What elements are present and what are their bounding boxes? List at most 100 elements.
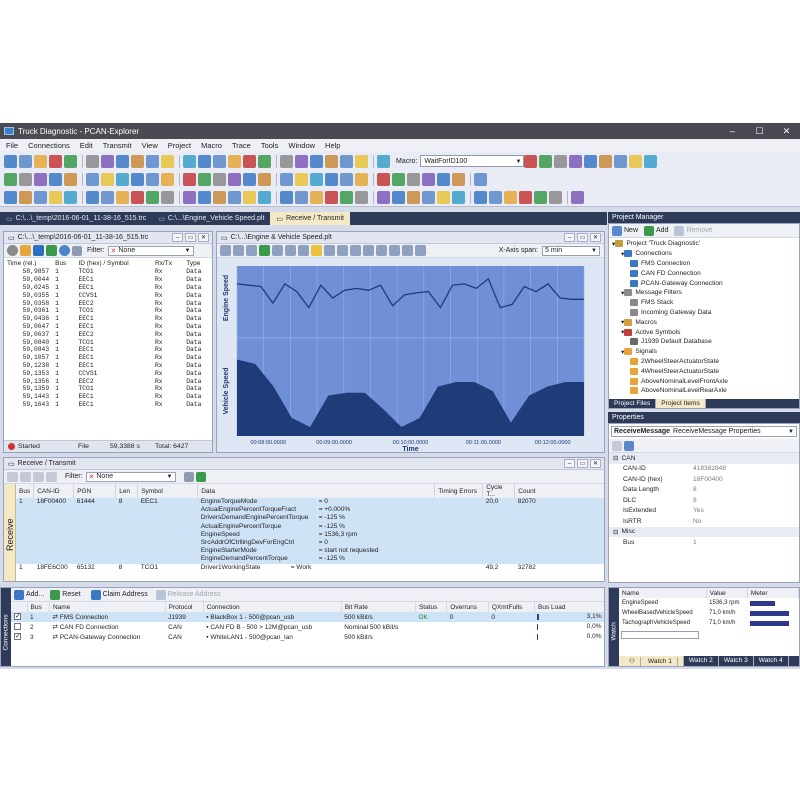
toolbar-tb3-icon-3[interactable]: [49, 190, 62, 204]
property-isrtr[interactable]: IsRTR No: [609, 516, 799, 527]
record-icon[interactable]: [7, 245, 18, 256]
toolbar-tb3-icon-15[interactable]: [243, 190, 256, 204]
menu-macro[interactable]: Macro: [201, 141, 222, 150]
table-row[interactable]: 59,0245 1 EEC1 Rx Data: [4, 284, 212, 292]
tree-item-signals[interactable]: ▾ Signals: [612, 347, 799, 357]
toolbar-tb2-icon-1[interactable]: [19, 172, 32, 186]
toolbar-tb3-icon-1[interactable]: [19, 190, 32, 204]
envelope-icon[interactable]: [7, 471, 18, 482]
property-data-length[interactable]: Data Length 8: [609, 485, 799, 496]
rx-header-len[interactable]: Len: [115, 484, 139, 498]
flag-icon[interactable]: [90, 589, 101, 600]
table-row[interactable]: 59,0355 1 CCVS1 Rx Data: [4, 291, 212, 299]
toolbar-tb3-icon-9[interactable]: [146, 190, 159, 204]
toolbar-tb3-icon-28[interactable]: [452, 190, 465, 204]
tree-item-message-filters[interactable]: ▾ Message Filters: [612, 288, 799, 298]
toolbar-tb1-icon-23[interactable]: [377, 154, 390, 168]
tab-watch-1[interactable]: ⚇ Watch 1: [619, 656, 684, 666]
properties-object-select[interactable]: ReceiveMessage ReceiveMessage Properties…: [611, 426, 797, 437]
marker-icon[interactable]: [415, 245, 426, 256]
tree-item-can-fd-connection[interactable]: CAN FD Connection: [612, 268, 799, 278]
table-row[interactable]: 59,0358 1 EEC2 Rx Data: [4, 299, 212, 307]
toolbar-tb2-icon-2[interactable]: [34, 172, 47, 186]
conn-header-overruns[interactable]: Overruns: [446, 602, 489, 612]
remove-button[interactable]: Remove: [686, 227, 712, 234]
conn-header-bit-rate[interactable]: Bit Rate: [341, 602, 416, 612]
table-row[interactable]: 59,0647 1 EEC1 Rx Data: [4, 323, 212, 331]
menu-connections[interactable]: Connections: [28, 141, 70, 150]
layout-icon[interactable]: [86, 154, 99, 168]
trace-header-type[interactable]: Type: [183, 258, 212, 268]
toolbar-tb1-icon-19[interactable]: [310, 154, 323, 168]
send-icon[interactable]: [33, 471, 44, 482]
edit-icon[interactable]: [20, 471, 31, 482]
watch-side-tab[interactable]: Watch: [609, 588, 619, 666]
trace-header-id-hex-symbol[interactable]: ID (hex) / Symbol: [76, 258, 152, 268]
tree-item-abovenominallevelrearaxle[interactable]: AboveNominalLevelRearAxle: [612, 386, 799, 396]
rx-header-pgn[interactable]: PGN: [73, 484, 117, 498]
close-button[interactable]: ✕: [773, 126, 800, 137]
toolbar-tb1-icon-15[interactable]: [243, 154, 256, 168]
conn-header-bus-load[interactable]: Bus Load: [534, 602, 604, 612]
toolbar-tb2-icon-21[interactable]: [340, 172, 353, 186]
property-bus[interactable]: Bus 1: [609, 537, 799, 548]
toolbar-tb3-icon-20[interactable]: [325, 190, 338, 204]
signal-row[interactable]: DriversDemandEnginePercentTorque = -125 %: [201, 514, 432, 522]
tab-watch-3[interactable]: Watch 3: [719, 656, 754, 666]
toolbar-tb2-icon-0[interactable]: [4, 172, 17, 186]
toolbar-tb2-icon-28[interactable]: [452, 172, 465, 186]
macro-tool-icon-6[interactable]: [614, 154, 628, 168]
rx-filter-select[interactable]: ✕ None ▼: [85, 471, 176, 482]
watch-input[interactable]: [621, 631, 699, 639]
connection-enable-checkbox[interactable]: [14, 632, 21, 641]
tree-item-j1939-default-database[interactable]: J1939 Default Database: [612, 337, 799, 347]
sort-az-icon[interactable]: [624, 440, 634, 451]
watch-header-value[interactable]: Value: [706, 588, 748, 598]
tab-project-files[interactable]: Project Files: [609, 399, 657, 408]
watch-row[interactable]: EngineSpeed 1536,3 rpm: [619, 598, 799, 608]
menu-transmit[interactable]: Transmit: [103, 141, 132, 150]
tree-item-fms-stack[interactable]: FMS Stack: [612, 298, 799, 308]
toolbar-tb3-icon-23[interactable]: [377, 190, 390, 204]
toolbar-tb1-icon-6[interactable]: [101, 154, 114, 168]
connection-enable-checkbox[interactable]: [14, 612, 21, 621]
toolbar-tb2-icon-23[interactable]: [377, 172, 390, 186]
conn-header-qxmtfulls[interactable]: QXmtFulls: [488, 602, 536, 612]
stop-icon[interactable]: [33, 245, 44, 256]
toolbar-tb2-icon-18[interactable]: [295, 172, 308, 186]
maximize-button[interactable]: ☐: [746, 126, 773, 137]
menu-window[interactable]: Window: [288, 141, 315, 150]
signal-row[interactable]: ActualEnginePercentTorque = -125 %: [201, 523, 432, 531]
toolbar-tb2-icon-13[interactable]: [213, 172, 226, 186]
toolbar-tb3-icon-8[interactable]: [131, 190, 144, 204]
tree-item-pcan-gateway-connection[interactable]: PCAN-Gateway Connection: [612, 278, 799, 288]
rx-header-can-id[interactable]: CAN-ID: [33, 484, 75, 498]
toolbar-tb3-icon-24[interactable]: [392, 190, 405, 204]
rx-row-tco1[interactable]: 1 18FE6C00 65132 8 TCO1 Driver1WorkingSt…: [16, 564, 604, 571]
toolbar-tb3-icon-26[interactable]: [422, 190, 435, 204]
signal-row[interactable]: EngineTorqueMode = 0: [201, 498, 432, 506]
conn-header-bus[interactable]: Bus: [27, 602, 50, 612]
signal-row[interactable]: EngineDemandPercentTorque = -125 %: [201, 555, 432, 563]
toolbar-tb3-icon-2[interactable]: [34, 190, 47, 204]
toolbar-tb3-icon-35[interactable]: [571, 190, 584, 204]
zoom-box-icon[interactable]: [350, 245, 361, 256]
conn-header-connection[interactable]: Connection: [203, 602, 342, 612]
rx-header-timing-errors[interactable]: Timing Errors: [434, 484, 484, 498]
minimize-button[interactable]: –: [719, 126, 746, 137]
zoom-out-icon[interactable]: [337, 245, 348, 256]
toolbar-tb3-icon-33[interactable]: [534, 190, 547, 204]
macro-tool-icon-3[interactable]: [569, 154, 583, 168]
toolbar-tb2-icon-26[interactable]: [422, 172, 435, 186]
toolbar-tb3-icon-5[interactable]: [86, 190, 99, 204]
macro-tool-icon-5[interactable]: [599, 154, 613, 168]
release-icon[interactable]: [155, 589, 166, 600]
new-icon[interactable]: [4, 154, 17, 168]
fit-icon[interactable]: [402, 245, 413, 256]
tree-item-abovenominallevelfrontaxle[interactable]: AboveNominalLevelFrontAxle: [612, 376, 799, 386]
toolbar-tb3-icon-19[interactable]: [310, 190, 323, 204]
toolbar-tb2-icon-4[interactable]: [64, 172, 77, 186]
toolbar-tb3-icon-18[interactable]: [295, 190, 308, 204]
table-row[interactable]: 59,0436 1 EEC1 Rx Data: [4, 315, 212, 323]
trace-restore-button[interactable]: ▭: [185, 233, 196, 242]
